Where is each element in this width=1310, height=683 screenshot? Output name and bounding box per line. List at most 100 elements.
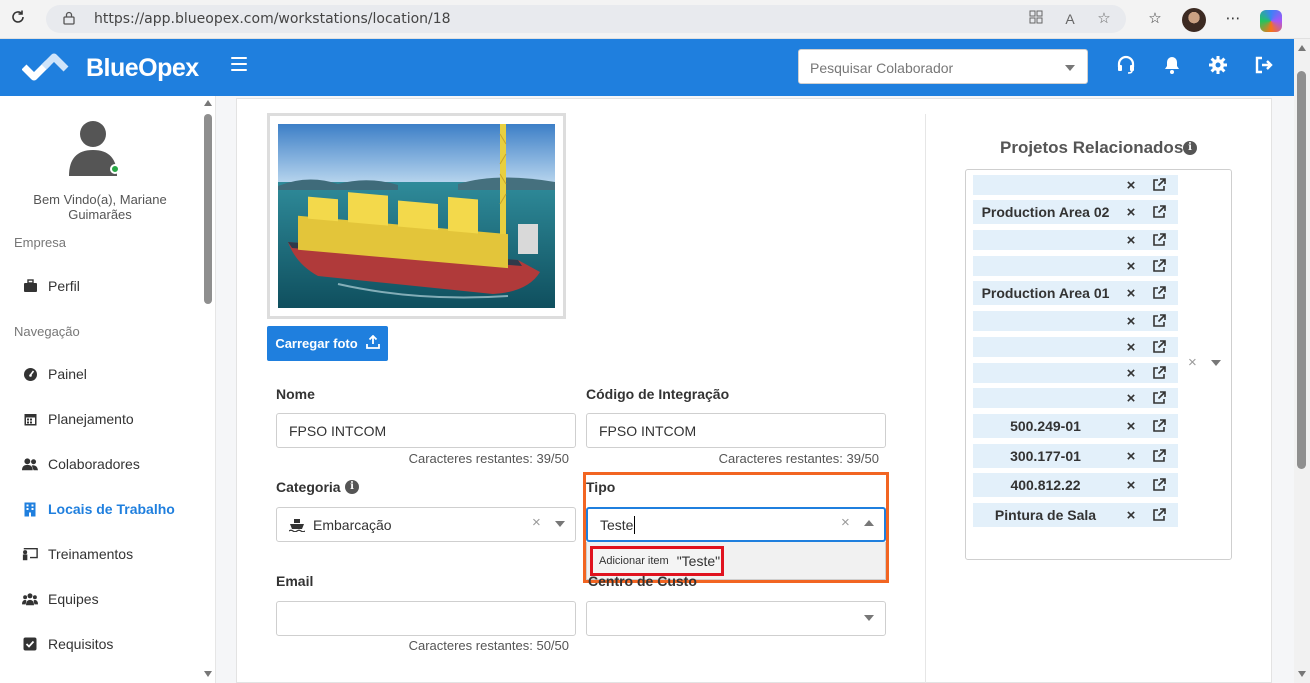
nome-char-counter: Caracteres restantes: 39/50 bbox=[408, 451, 569, 466]
external-link-icon[interactable] bbox=[1144, 314, 1174, 328]
external-link-icon[interactable] bbox=[1144, 205, 1174, 219]
grid-icon[interactable] bbox=[1026, 9, 1046, 29]
ship-icon bbox=[289, 518, 305, 532]
nome-input[interactable]: FPSO INTCOM bbox=[276, 413, 576, 448]
sidebar-item-locais-de-trabalho[interactable]: Locais de Trabalho bbox=[0, 490, 200, 528]
categoria-label: Categoria bbox=[276, 479, 341, 495]
remove-project-icon[interactable]: × bbox=[1118, 507, 1144, 524]
menu-toggle-icon[interactable] bbox=[231, 57, 247, 71]
external-link-icon[interactable] bbox=[1144, 419, 1174, 433]
projects-chevron-down-icon[interactable] bbox=[1211, 360, 1221, 366]
gear-icon[interactable] bbox=[1208, 55, 1228, 75]
sidebar-item-label: Requisitos bbox=[48, 636, 114, 652]
projects-clear-icon[interactable]: × bbox=[1188, 354, 1197, 371]
sidebar-scroll-thumb[interactable] bbox=[204, 114, 212, 304]
sidebar-item-label: Planejamento bbox=[48, 411, 134, 427]
logout-icon[interactable] bbox=[1254, 55, 1274, 75]
users-icon bbox=[22, 456, 38, 472]
tipo-dropdown-overlay bbox=[586, 542, 886, 580]
remove-project-icon[interactable]: × bbox=[1118, 204, 1144, 221]
favorites-icon[interactable]: ☆ bbox=[1142, 5, 1168, 33]
sidebar-item-label: Locais de Trabalho bbox=[48, 501, 175, 517]
projects-info-icon[interactable]: i bbox=[1183, 141, 1197, 155]
favorite-star-icon[interactable]: ☆ bbox=[1094, 9, 1114, 29]
projects-title: Projetos Relacionados bbox=[1000, 138, 1184, 157]
scroll-up-icon[interactable] bbox=[1298, 45, 1306, 51]
upload-photo-button[interactable]: Carregar foto bbox=[267, 326, 388, 361]
scroll-up-icon[interactable] bbox=[204, 100, 212, 106]
external-link-icon[interactable] bbox=[1144, 508, 1174, 522]
sidebar-item-perfil[interactable]: Perfil bbox=[0, 267, 200, 305]
project-tag-label: Production Area 01 bbox=[981, 285, 1110, 301]
url-text[interactable]: https://app.blueopex.com/workstations/lo… bbox=[94, 11, 451, 27]
remove-project-icon[interactable]: × bbox=[1118, 232, 1144, 249]
centro-custo-chevron-down-icon[interactable] bbox=[864, 615, 874, 621]
project-tag: × bbox=[973, 311, 1178, 331]
scroll-down-icon[interactable] bbox=[204, 671, 212, 677]
blueopex-logo-icon bbox=[21, 49, 74, 85]
remove-project-icon[interactable]: × bbox=[1118, 177, 1144, 194]
more-menu-icon[interactable]: ⋯ bbox=[1220, 5, 1246, 33]
remove-project-icon[interactable]: × bbox=[1118, 418, 1144, 435]
remove-project-icon[interactable]: × bbox=[1118, 365, 1144, 382]
external-link-icon[interactable] bbox=[1144, 340, 1174, 354]
remove-project-icon[interactable]: × bbox=[1118, 448, 1144, 465]
group-icon bbox=[22, 591, 38, 607]
tipo-label: Tipo bbox=[586, 479, 616, 495]
categoria-info-icon[interactable]: i bbox=[345, 480, 359, 494]
scroll-down-icon[interactable] bbox=[1298, 671, 1306, 677]
search-collaborator-select[interactable]: Pesquisar Colaborador bbox=[798, 49, 1088, 84]
upload-photo-label: Carregar foto bbox=[275, 336, 358, 351]
tipo-clear-icon[interactable]: × bbox=[841, 514, 850, 531]
codigo-value: FPSO INTCOM bbox=[599, 422, 697, 439]
external-link-icon[interactable] bbox=[1144, 178, 1174, 192]
welcome-text: Bem Vindo(a), Mariane Guimarães bbox=[33, 192, 167, 222]
bell-icon[interactable] bbox=[1162, 55, 1182, 75]
categoria-select[interactable]: Embarcação bbox=[276, 507, 576, 542]
chalkboard-icon bbox=[22, 546, 38, 562]
section-label-company: Empresa bbox=[14, 235, 67, 250]
profile-avatar-icon[interactable] bbox=[1182, 8, 1206, 32]
project-tag: × bbox=[973, 175, 1178, 195]
search-placeholder: Pesquisar Colaborador bbox=[810, 60, 954, 76]
headset-icon[interactable] bbox=[1116, 55, 1136, 75]
remove-project-icon[interactable]: × bbox=[1118, 477, 1144, 494]
sidebar-item-label: Equipes bbox=[48, 591, 99, 607]
remove-project-icon[interactable]: × bbox=[1118, 313, 1144, 330]
external-link-icon[interactable] bbox=[1144, 478, 1174, 492]
sidebar-item-treinamentos[interactable]: Treinamentos bbox=[0, 535, 200, 573]
sidebar-scrollbar[interactable] bbox=[202, 96, 214, 683]
centro-custo-select[interactable] bbox=[586, 601, 886, 636]
remove-project-icon[interactable]: × bbox=[1118, 285, 1144, 302]
external-link-icon[interactable] bbox=[1144, 286, 1174, 300]
external-link-icon[interactable] bbox=[1144, 366, 1174, 380]
copilot-icon[interactable] bbox=[1260, 9, 1282, 32]
address-bar[interactable]: https://app.blueopex.com/workstations/lo… bbox=[46, 5, 1126, 33]
external-link-icon[interactable] bbox=[1144, 233, 1174, 247]
categoria-clear-icon[interactable]: × bbox=[532, 514, 541, 531]
app-header: BlueOpex Pesquisar Colaborador bbox=[0, 39, 1294, 96]
sidebar-item-colaboradores[interactable]: Colaboradores bbox=[0, 445, 200, 483]
tipo-chevron-up-icon[interactable] bbox=[864, 520, 874, 526]
sidebar-item-label: Colaboradores bbox=[48, 456, 140, 472]
sidebar-item-planejamento[interactable]: Planejamento bbox=[0, 400, 200, 438]
read-aloud-icon[interactable]: A bbox=[1060, 9, 1080, 29]
external-link-icon[interactable] bbox=[1144, 449, 1174, 463]
building-icon bbox=[22, 501, 38, 517]
page-scrollbar[interactable] bbox=[1294, 39, 1310, 683]
nome-label: Nome bbox=[276, 386, 315, 402]
external-link-icon[interactable] bbox=[1144, 391, 1174, 405]
remove-project-icon[interactable]: × bbox=[1118, 339, 1144, 356]
email-input[interactable] bbox=[276, 601, 576, 636]
project-tag-label: 500.249-01 bbox=[1010, 418, 1081, 434]
categoria-chevron-down-icon[interactable] bbox=[555, 521, 565, 527]
external-link-icon[interactable] bbox=[1144, 259, 1174, 273]
sidebar-item-painel[interactable]: Painel bbox=[0, 355, 200, 393]
remove-project-icon[interactable]: × bbox=[1118, 390, 1144, 407]
page-scroll-thumb[interactable] bbox=[1297, 71, 1306, 469]
remove-project-icon[interactable]: × bbox=[1118, 258, 1144, 275]
codigo-integracao-input[interactable]: FPSO INTCOM bbox=[586, 413, 886, 448]
sidebar-item-requisitos[interactable]: Requisitos bbox=[0, 625, 200, 663]
sidebar-item-equipes[interactable]: Equipes bbox=[0, 580, 200, 618]
reload-icon[interactable] bbox=[8, 9, 28, 29]
